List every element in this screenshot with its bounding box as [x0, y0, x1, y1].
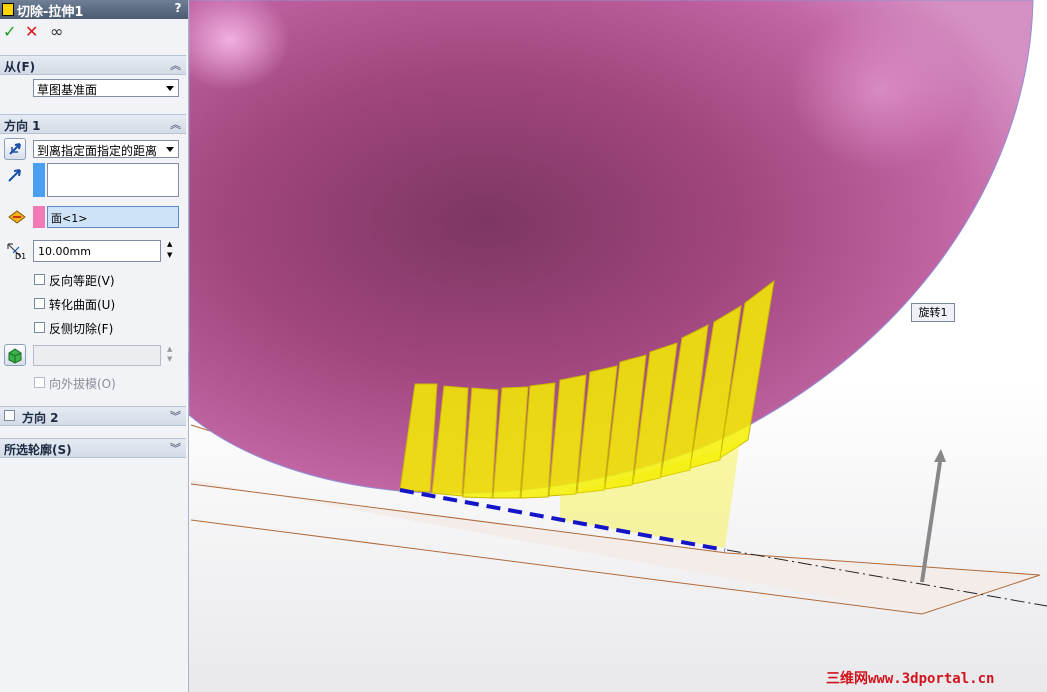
spin-up-icon[interactable]: ▲: [167, 345, 172, 353]
face-selection-box[interactable]: 面<1>: [47, 206, 179, 228]
panel-titlebar: 切除-拉伸1 ?: [0, 0, 188, 20]
depth-value: 10.00mm: [38, 245, 91, 258]
direction-selection-box[interactable]: [47, 163, 179, 197]
draft-spinner[interactable]: ▲ ▼: [165, 345, 177, 366]
property-manager: 切除-拉伸1 ? ✓ ✕ ∞ 从(F) ︽ 草图基准面 方向 1 ︽ 到离指定面…: [0, 0, 189, 692]
depth-spinner[interactable]: ▲ ▼: [165, 240, 177, 262]
direction-arrow-shaft[interactable]: [920, 461, 942, 583]
reverse-offset-label: 反向等距(V): [49, 274, 115, 288]
direction2-section-header[interactable]: 方向 2 ︾: [0, 406, 186, 426]
chevron-down-icon: [166, 86, 174, 91]
end-condition-dropdown[interactable]: 到离指定面指定的距离: [33, 140, 179, 158]
draft-icon: [8, 348, 22, 364]
expand-icon[interactable]: ︾: [170, 408, 181, 424]
direction1-section-header[interactable]: 方向 1 ︽: [0, 114, 186, 134]
flip-side-label: 反侧切除(F): [49, 322, 114, 336]
chevron-down-icon: [166, 147, 174, 152]
from-section-header[interactable]: 从(F) ︽: [0, 55, 186, 75]
direction1-section-title: 方向 1: [4, 119, 41, 133]
sphere-highlight: [790, 10, 970, 170]
collapse-icon[interactable]: ︽: [170, 57, 181, 73]
draft-outward-label: 向外拔模(O): [49, 377, 116, 391]
direction2-section-title: 方向 2: [22, 411, 59, 425]
draft-outward-checkbox[interactable]: [34, 377, 45, 388]
model-view[interactable]: [189, 0, 1047, 692]
action-bar: ✓ ✕ ∞: [0, 20, 188, 44]
reverse-offset-checkbox[interactable]: [34, 274, 45, 285]
from-section-title: 从(F): [4, 60, 36, 74]
direction-arrow-icon: [8, 169, 21, 182]
offset-face-icon: [8, 210, 26, 224]
end-condition-value: 到离指定面指定的距离: [37, 144, 158, 158]
from-dropdown[interactable]: 草图基准面: [33, 79, 179, 97]
spin-down-icon[interactable]: ▼: [167, 355, 172, 363]
selected-contours-title: 所选轮廓(S): [4, 443, 72, 457]
reverse-direction-icon: [9, 143, 21, 155]
translate-surface-label: 转化曲面(U): [49, 298, 116, 312]
graphics-area[interactable]: [189, 0, 1047, 692]
draft-angle-input[interactable]: [33, 345, 161, 366]
spin-up-icon[interactable]: ▲: [167, 240, 172, 248]
dimension-label: D1: [15, 252, 27, 261]
ok-button[interactable]: ✓: [3, 23, 16, 41]
direction2-checkbox[interactable]: [4, 410, 15, 421]
direction-color-swatch: [33, 163, 45, 197]
from-value: 草图基准面: [37, 83, 98, 97]
collapse-icon[interactable]: ︽: [170, 116, 181, 132]
translate-surface-checkbox[interactable]: [34, 298, 45, 309]
panel-title: 切除-拉伸1: [17, 5, 84, 20]
feature-tooltip: 旋转1: [911, 303, 955, 322]
expand-icon[interactable]: ︾: [170, 440, 181, 456]
reverse-direction-button[interactable]: [4, 138, 26, 160]
help-button[interactable]: ?: [172, 1, 184, 16]
spin-down-icon[interactable]: ▼: [167, 251, 172, 259]
detailed-preview-button[interactable]: ∞: [50, 23, 63, 41]
cancel-button[interactable]: ✕: [25, 23, 38, 41]
flip-side-checkbox[interactable]: [34, 322, 45, 333]
face-color-swatch: [33, 206, 45, 228]
draft-toggle-button[interactable]: [4, 344, 26, 366]
direction-arrow-head-icon[interactable]: [934, 449, 946, 462]
feature-icon: [2, 3, 14, 16]
selected-contours-section-header[interactable]: 所选轮廓(S) ︾: [0, 438, 186, 458]
depth-input[interactable]: 10.00mm: [33, 240, 161, 262]
face-selection-value: 面<1>: [51, 212, 88, 225]
watermark: 三维网www.3dportal.cn: [826, 671, 995, 687]
